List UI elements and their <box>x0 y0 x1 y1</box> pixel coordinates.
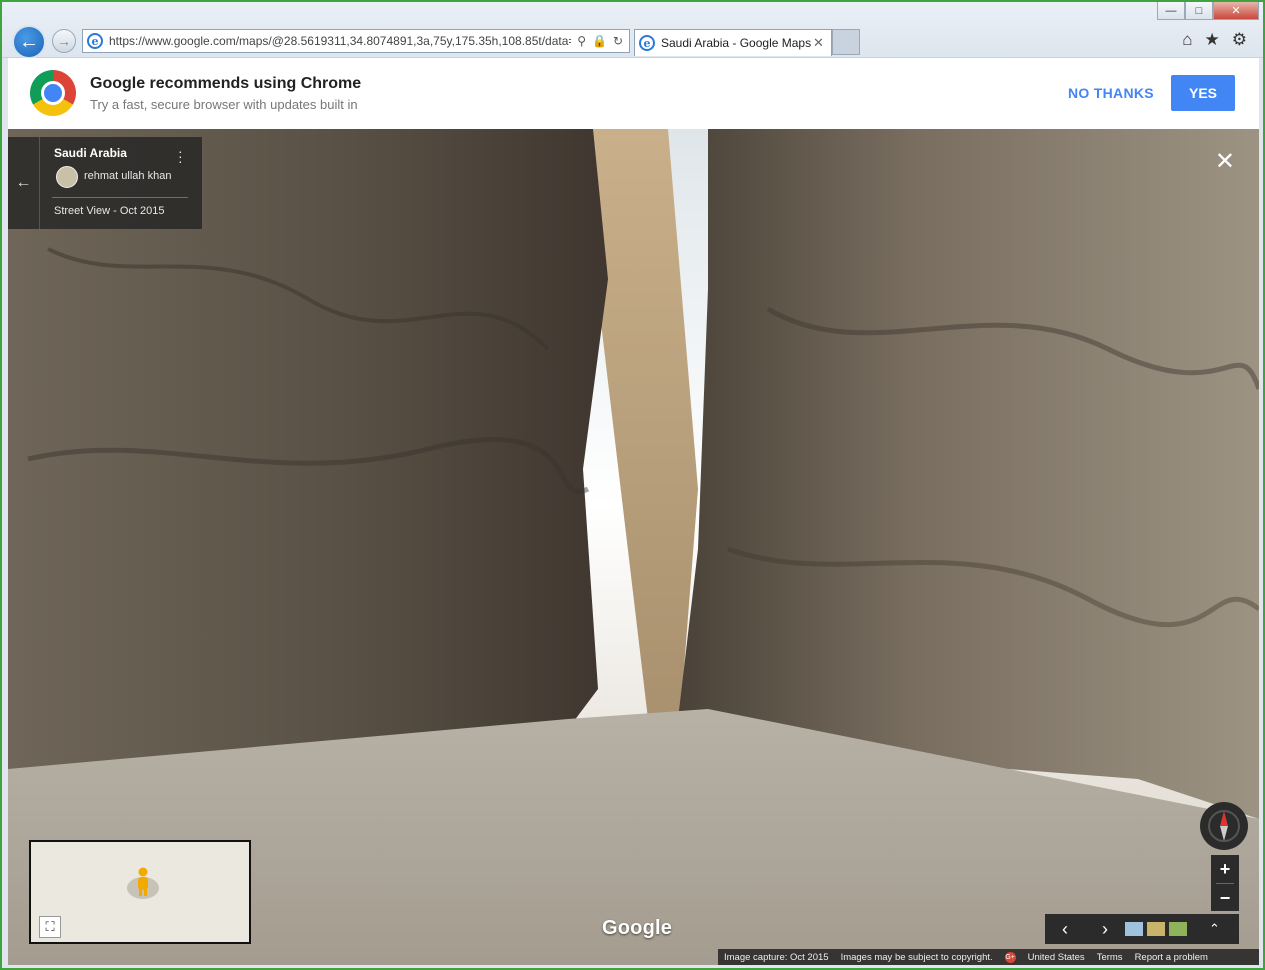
star-icon[interactable]: ★ <box>1205 30 1220 50</box>
new-tab-button[interactable] <box>832 29 860 55</box>
chrome-logo-icon <box>30 70 76 116</box>
close-window-button[interactable]: ✕ <box>1213 2 1259 20</box>
region-link[interactable]: United States <box>1022 952 1091 963</box>
fullscreen-icon[interactable]: ⛶ <box>39 916 61 938</box>
no-thanks-button[interactable]: NO THANKS <box>1058 76 1164 110</box>
minimize-button[interactable]: — <box>1157 2 1185 20</box>
terms-link[interactable]: Terms <box>1091 952 1129 963</box>
close-icon[interactable]: ✕ <box>1215 147 1235 176</box>
tab-title: Saudi Arabia - Google Maps <box>661 36 812 50</box>
refresh-icon[interactable]: ↻ <box>613 34 623 48</box>
window-controls: — □ ✕ <box>1157 2 1259 20</box>
ie-icon: e <box>87 33 103 49</box>
street-view-panorama[interactable]: ← Saudi Arabia · · · rehmat ullah khan Str… <box>8 129 1259 965</box>
author-name[interactable]: rehmat ullah khan <box>84 170 171 182</box>
thumbnail[interactable] <box>1125 922 1143 936</box>
street-view-info-card: ← Saudi Arabia · · · rehmat ullah khan Str… <box>8 137 202 229</box>
map-footer: Image capture: Oct 2015 Images may be su… <box>718 949 1259 965</box>
kebab-menu-icon[interactable]: · · · <box>178 144 183 168</box>
close-icon[interactable]: ✕ <box>813 35 831 51</box>
chrome-promo-bar: Google recommends using Chrome Try a fas… <box>8 58 1259 129</box>
copyright-notice: Images may be subject to copyright. <box>840 951 993 963</box>
zoom-out-icon[interactable]: − <box>1211 884 1239 912</box>
pegman-icon[interactable] <box>126 866 160 900</box>
street-view-date: Street View - Oct 2015 <box>54 205 165 217</box>
lock-icon[interactable]: 🔒 <box>592 34 607 48</box>
back-button[interactable]: ← <box>12 25 46 59</box>
gear-icon[interactable]: ⚙ <box>1232 30 1247 50</box>
home-icon[interactable]: ⌂ <box>1182 30 1192 50</box>
promo-subtitle: Try a fast, secure browser with updates … <box>90 97 358 112</box>
address-url[interactable]: https://www.google.com/maps/@28.5619311,… <box>109 34 571 48</box>
browser-toolbar: — □ ✕ ← → e https://www.google.com/maps/… <box>2 2 1263 59</box>
back-arrow-icon[interactable]: ← <box>8 137 40 229</box>
address-bar[interactable]: e https://www.google.com/maps/@28.561931… <box>82 29 630 53</box>
minimap[interactable]: ⛶ <box>29 840 251 944</box>
maximize-button[interactable]: □ <box>1185 2 1213 20</box>
ie-icon: e <box>639 35 655 51</box>
forward-button[interactable]: → <box>52 29 76 53</box>
forward-arrow-icon: → <box>57 33 71 49</box>
chevron-left-icon[interactable]: ‹ <box>1045 914 1085 944</box>
report-problem-link[interactable]: Report a problem <box>1129 952 1214 963</box>
google-plus-icon[interactable]: G+ <box>1004 951 1016 963</box>
chevron-up-icon[interactable]: ⌃ <box>1209 921 1220 937</box>
photo-navigation-strip: ‹ › ⌃ <box>1045 914 1239 944</box>
zoom-control: + − <box>1211 855 1239 911</box>
divider <box>52 197 188 198</box>
zoom-in-icon[interactable]: + <box>1211 855 1239 883</box>
image-capture-date: Image capture: Oct 2015 <box>724 951 829 963</box>
search-icon[interactable]: ⚲ <box>577 34 586 48</box>
google-logo: Google <box>602 917 673 939</box>
chevron-right-icon[interactable]: › <box>1085 914 1125 944</box>
thumbnail[interactable] <box>1147 922 1165 936</box>
compass-icon[interactable] <box>1200 802 1248 850</box>
place-title[interactable]: Saudi Arabia <box>54 146 127 160</box>
tab-saudi-arabia[interactable]: e Saudi Arabia - Google Maps ✕ <box>634 29 832 56</box>
thumbnail[interactable] <box>1169 922 1187 936</box>
promo-title: Google recommends using Chrome <box>90 75 362 92</box>
avatar[interactable] <box>56 166 78 188</box>
browser-window: — □ ✕ ← → e https://www.google.com/maps/… <box>0 0 1265 970</box>
yes-button[interactable]: YES <box>1171 75 1235 111</box>
browser-tools: ⌂ ★ ⚙ <box>1182 30 1247 50</box>
back-arrow-icon: ← <box>19 30 39 53</box>
